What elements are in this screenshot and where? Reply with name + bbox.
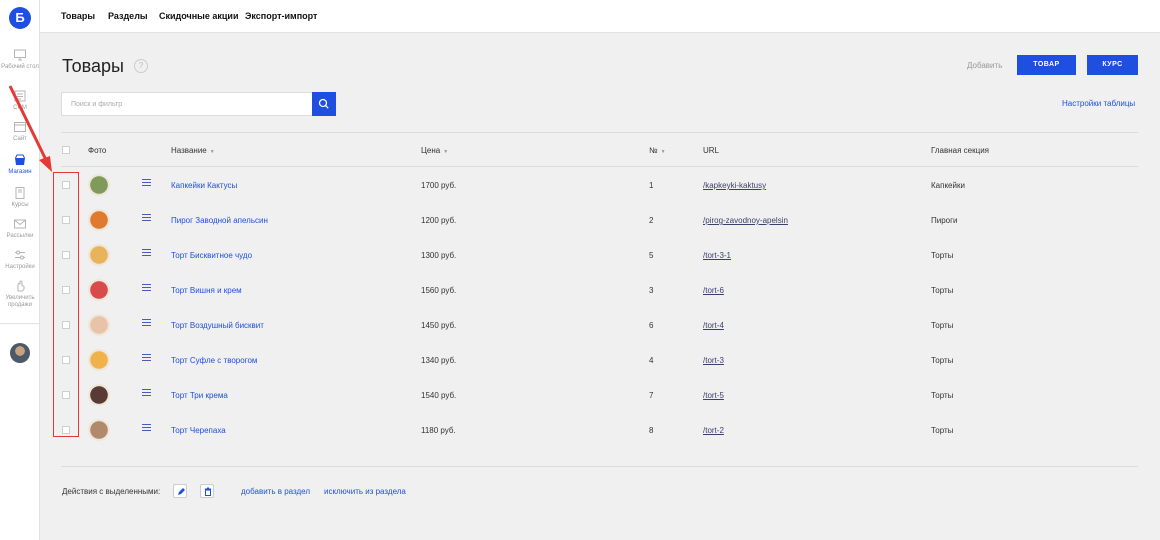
product-price: 1180 руб. — [421, 426, 456, 435]
trash-icon — [205, 487, 211, 496]
product-url-link[interactable]: /kapkeyki-kaktusy — [703, 181, 766, 190]
product-photo[interactable] — [88, 384, 110, 406]
product-number: 3 — [649, 286, 654, 295]
product-section: Торты — [931, 426, 954, 435]
product-photo[interactable] — [88, 209, 110, 231]
product-name-link[interactable]: Торт Суфле с творогом — [171, 356, 257, 365]
product-name-link[interactable]: Торт Бисквитное чудо — [171, 251, 252, 260]
table-row: Капкейки Кактусы 1700 руб. 1 /kapkeyki-k… — [0, 168, 1160, 203]
product-price: 1450 руб. — [421, 321, 457, 330]
product-price: 1540 руб. — [421, 391, 457, 400]
search-button[interactable] — [312, 92, 336, 116]
product-number: 6 — [649, 321, 654, 330]
add-to-section-link[interactable]: добавить в раздел — [241, 487, 310, 496]
row-menu-icon[interactable] — [142, 424, 151, 433]
sort-arrow-icon: ▼ — [443, 149, 449, 155]
add-course-button[interactable]: КУРС — [1087, 55, 1138, 75]
table-header-border — [61, 166, 1138, 167]
remove-from-section-link[interactable]: исключить из раздела — [324, 487, 406, 496]
tab-export-import[interactable]: Экспорт-импорт — [245, 11, 317, 21]
table-top-border — [61, 132, 1138, 133]
annotation-highlight-box — [53, 172, 79, 437]
product-price: 1200 руб. — [421, 216, 457, 225]
row-menu-icon[interactable] — [142, 249, 151, 258]
product-photo[interactable] — [88, 419, 110, 441]
product-section: Торты — [931, 391, 954, 400]
product-name-link[interactable]: Капкейки Кактусы — [171, 181, 237, 190]
product-url-link[interactable]: /tort-3 — [703, 356, 724, 365]
add-product-button[interactable]: ТОВАР — [1017, 55, 1076, 75]
table-row: Торт Суфле с творогом 1340 руб. 4 /tort-… — [0, 343, 1160, 378]
table-row: Торт Бисквитное чудо 1300 руб. 5 /tort-3… — [0, 238, 1160, 273]
column-header-label: Название — [171, 146, 207, 155]
add-label: Добавить — [967, 61, 1003, 70]
product-photo[interactable] — [88, 314, 110, 336]
product-url-link[interactable]: /tort-3-1 — [703, 251, 731, 260]
row-menu-icon[interactable] — [142, 389, 151, 398]
product-price: 1300 руб. — [421, 251, 457, 260]
row-menu-icon[interactable] — [142, 179, 151, 188]
bulk-actions-label: Действия с выделенными: — [62, 487, 161, 496]
sort-arrow-icon: ▼ — [660, 149, 666, 155]
column-header-label: № — [649, 146, 658, 155]
product-number: 2 — [649, 216, 654, 225]
row-menu-icon[interactable] — [142, 214, 151, 223]
product-name-link[interactable]: Пирог Заводной апельсин — [171, 216, 268, 225]
product-url-link[interactable]: /tort-2 — [703, 426, 724, 435]
table-row: Пирог Заводной апельсин 1200 руб. 2 /pir… — [0, 203, 1160, 238]
column-header-price[interactable]: Цена ▼ — [421, 146, 448, 155]
product-number: 8 — [649, 426, 654, 435]
help-icon[interactable]: ? — [134, 59, 148, 73]
table-row: Торт Три крема 1540 руб. 7 /tort-5 Торты — [0, 378, 1160, 413]
sort-arrow-icon: ▼ — [209, 149, 215, 155]
column-header-name[interactable]: Название ▼ — [171, 146, 215, 155]
product-photo[interactable] — [88, 349, 110, 371]
table-bottom-border — [61, 466, 1138, 467]
product-number: 1 — [649, 181, 654, 190]
column-header-url: URL — [703, 146, 720, 155]
product-section: Торты — [931, 321, 954, 330]
row-menu-icon[interactable] — [142, 284, 151, 293]
product-name-link[interactable]: Торт Три крема — [171, 391, 228, 400]
product-url-link[interactable]: /tort-4 — [703, 321, 724, 330]
column-header-label: Цена — [421, 146, 441, 155]
search-icon — [318, 98, 329, 109]
table-row: Торт Воздушный бисквит 1450 руб. 6 /tort… — [0, 308, 1160, 343]
product-number: 7 — [649, 391, 654, 400]
product-price: 1340 руб. — [421, 356, 457, 365]
product-photo[interactable] — [88, 244, 110, 266]
product-photo[interactable] — [88, 279, 110, 301]
product-name-link[interactable]: Торт Вишня и крем — [171, 286, 242, 295]
tab-discounts[interactable]: Скидочные акции — [159, 11, 238, 21]
table-settings-link[interactable]: Настройки таблицы — [1062, 99, 1135, 108]
annotation-arrow-icon — [8, 85, 52, 172]
product-url-link[interactable]: /tort-5 — [703, 391, 724, 400]
row-menu-icon[interactable] — [142, 319, 151, 328]
product-section: Торты — [931, 356, 954, 365]
top-nav: Товары Разделы Скидочные акции Экспорт-и… — [40, 0, 1160, 33]
product-section: Капкейки — [931, 181, 965, 190]
product-url-link[interactable]: /tort-6 — [703, 286, 724, 295]
row-menu-icon[interactable] — [142, 354, 151, 363]
product-url-link[interactable]: /pirog-zavodnoy-apelsin — [703, 216, 788, 225]
column-header-number[interactable]: № ▼ — [649, 146, 666, 155]
product-section: Торты — [931, 286, 954, 295]
bulk-delete-button[interactable] — [200, 484, 214, 498]
column-header-section: Главная секция — [931, 146, 990, 155]
product-section: Торты — [931, 251, 954, 260]
table-row: Торт Вишня и крем 1560 руб. 3 /tort-6 То… — [0, 273, 1160, 308]
bulk-edit-button[interactable] — [173, 484, 187, 498]
product-price: 1700 руб. — [421, 181, 457, 190]
table-row: Торт Черепаха 1180 руб. 8 /tort-2 Торты — [0, 413, 1160, 448]
product-number: 5 — [649, 251, 654, 260]
product-name-link[interactable]: Торт Черепаха — [171, 426, 226, 435]
product-number: 4 — [649, 356, 654, 365]
product-section: Пироги — [931, 216, 958, 225]
pencil-icon — [178, 488, 185, 495]
product-name-link[interactable]: Торт Воздушный бисквит — [171, 321, 264, 330]
product-price: 1560 руб. — [421, 286, 457, 295]
